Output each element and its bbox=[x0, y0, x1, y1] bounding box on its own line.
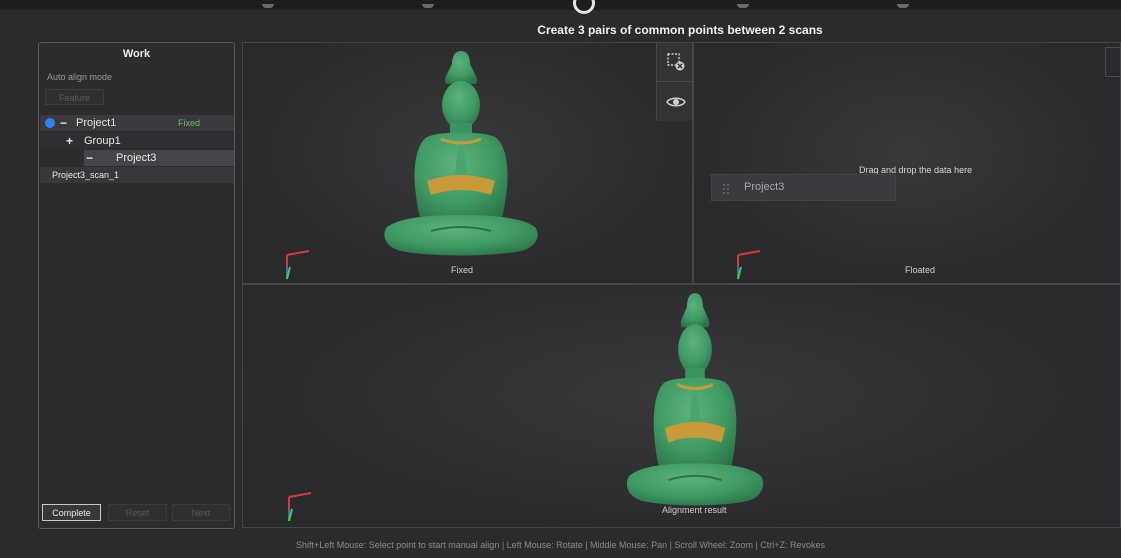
drag-handle-icon[interactable] bbox=[722, 182, 730, 200]
feature-button[interactable]: Feature bbox=[45, 89, 104, 105]
tree-item-label: Group1 bbox=[84, 135, 121, 147]
expand-toggle[interactable]: + bbox=[66, 133, 73, 149]
viewport-toolbar bbox=[656, 43, 692, 121]
fixed-scan-model[interactable] bbox=[371, 47, 551, 257]
fixed-tag: Fixed bbox=[177, 118, 200, 128]
eye-icon[interactable] bbox=[661, 87, 691, 117]
viewport-label: Floated bbox=[905, 265, 936, 275]
step-indicator bbox=[262, 4, 274, 8]
floated-viewport[interactable]: Drag and drop the data here Project3 Flo… bbox=[693, 42, 1121, 284]
tree-item-group1[interactable]: + Group1 bbox=[40, 133, 234, 149]
fixed-viewport[interactable]: Fixed bbox=[242, 42, 693, 284]
info-icon bbox=[45, 118, 55, 128]
axis-triad-icon bbox=[283, 249, 313, 283]
dragged-project-item[interactable]: Project3 bbox=[711, 174, 896, 201]
step-indicator bbox=[422, 4, 434, 8]
work-panel: Work Auto align mode Feature − Project1 … bbox=[38, 42, 235, 529]
tree-item-project3[interactable]: − Project3 bbox=[84, 150, 234, 166]
tree-item-label: Project3_scan_1 bbox=[52, 170, 120, 180]
complete-button[interactable]: Complete bbox=[42, 504, 101, 521]
tree-item-label: Project1 bbox=[76, 117, 117, 129]
step-indicator bbox=[737, 4, 749, 8]
axis-triad-icon bbox=[285, 491, 315, 525]
instruction-text: Create 3 pairs of common points between … bbox=[537, 23, 823, 37]
step-indicator bbox=[897, 4, 909, 8]
align-mode-label: Auto align mode bbox=[47, 72, 113, 82]
panel-title: Work bbox=[122, 48, 151, 60]
top-progress-bar bbox=[0, 0, 1121, 14]
edge-tool-icon[interactable] bbox=[1105, 47, 1120, 77]
reset-button[interactable]: Reset bbox=[108, 504, 167, 521]
next-button[interactable]: Next bbox=[172, 504, 230, 521]
current-step-ring bbox=[573, 0, 595, 14]
axis-triad-icon bbox=[734, 249, 764, 283]
alignment-result-viewport[interactable]: Alignment result bbox=[242, 284, 1121, 528]
aligned-scan-model[interactable] bbox=[615, 289, 775, 507]
tree-item-project1[interactable]: − Project1 Fixed bbox=[40, 115, 234, 131]
viewport-label: Fixed bbox=[451, 265, 474, 275]
tree-item-label: Project3 bbox=[116, 152, 157, 164]
collapse-toggle[interactable]: − bbox=[60, 115, 67, 131]
toolbar-divider bbox=[657, 81, 692, 82]
collapse-toggle[interactable]: − bbox=[86, 150, 93, 166]
dragged-project-name: Project3 bbox=[744, 181, 785, 193]
status-bar: Shift+Left Mouse: Select point to start … bbox=[295, 540, 826, 550]
remove-selection-icon[interactable] bbox=[661, 47, 691, 77]
tree-item-scan[interactable]: Project3_scan_1 bbox=[40, 167, 234, 183]
viewport-label: Alignment result bbox=[662, 505, 727, 515]
